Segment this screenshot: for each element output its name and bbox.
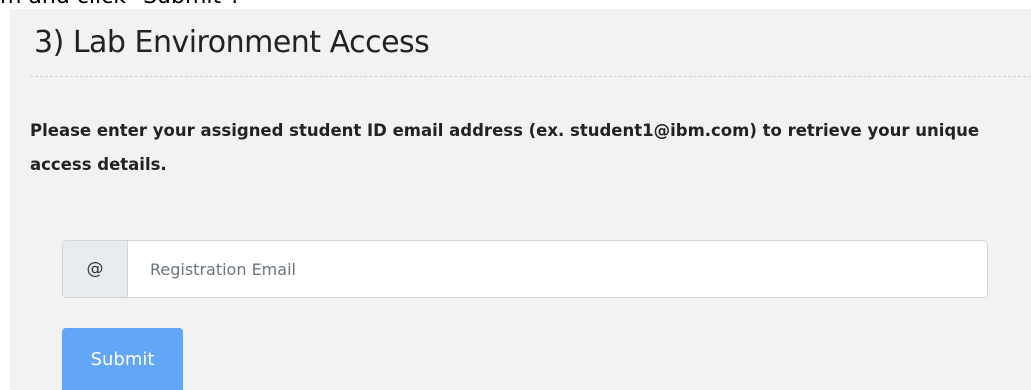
at-sign-icon: @: [63, 241, 128, 297]
instructions-text: Please enter your assigned student ID em…: [30, 121, 980, 174]
email-input-group: @: [62, 240, 988, 298]
submit-button[interactable]: Submit: [62, 328, 183, 390]
registration-email-input[interactable]: [128, 241, 987, 297]
cutoff-instruction-text: m and click "Submit".: [0, 0, 238, 9]
page: m and click "Submit". 3) Lab Environment…: [0, 0, 1031, 390]
section-heading: 3) Lab Environment Access: [34, 25, 430, 60]
lab-access-panel: 3) Lab Environment Access Please enter y…: [10, 9, 1031, 390]
heading-divider: [30, 76, 1031, 77]
